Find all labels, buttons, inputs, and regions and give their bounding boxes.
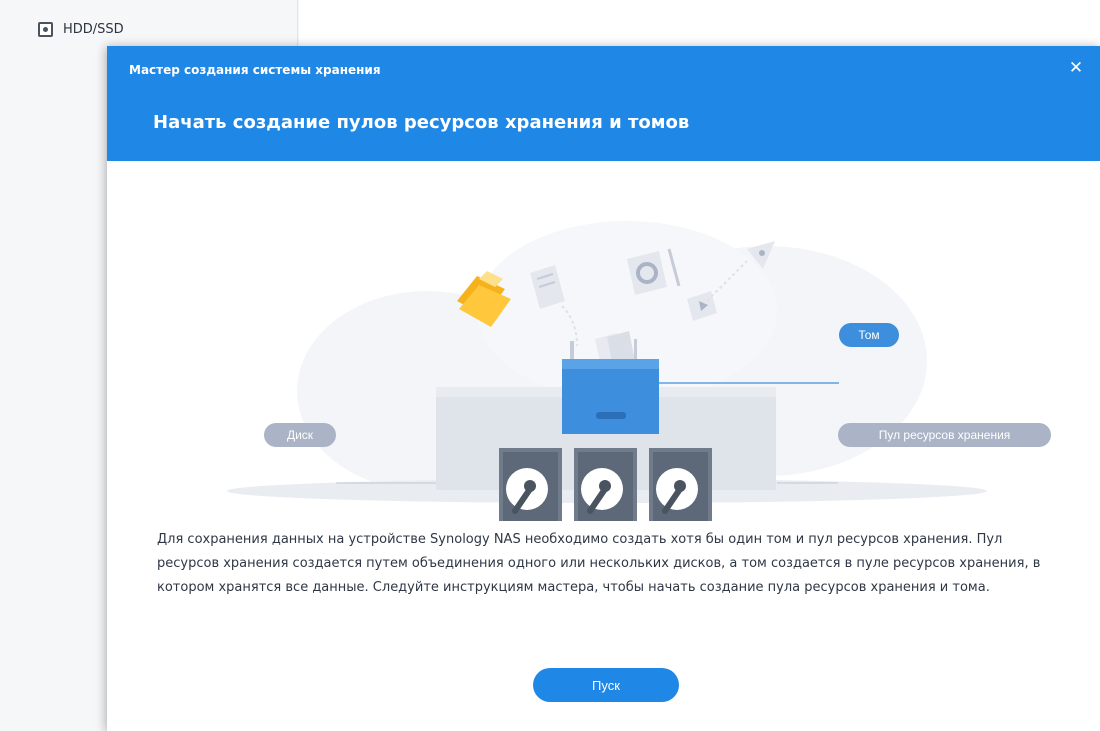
close-icon[interactable]: ✕	[1066, 58, 1086, 78]
disk-graphic	[649, 448, 712, 534]
wizard-description: Для сохранения данных на устройстве Syno…	[157, 532, 1041, 595]
volume-tag: Том	[839, 323, 899, 347]
volume-graphic	[562, 359, 659, 434]
dialog-header: Мастер создания системы хранения ✕ Начат…	[107, 46, 1100, 161]
disk-graphic	[499, 448, 562, 534]
sidebar-item-hdd-ssd[interactable]: HDD/SSD	[38, 18, 124, 40]
dialog-heading: Начать создание пулов ресурсов хранения …	[153, 112, 690, 133]
storage-wizard-dialog: Мастер создания системы хранения ✕ Начат…	[107, 46, 1100, 731]
storage-illustration: Том Диск Пул ресурсов хранения	[107, 161, 1100, 537]
start-button[interactable]: Пуск	[533, 668, 679, 702]
storage-pool-tag: Пул ресурсов хранения	[838, 423, 1051, 447]
illustration-graphic	[227, 221, 987, 537]
page: HDD/SSD Мастер создания системы хранения…	[0, 0, 1100, 731]
disk-graphic	[574, 448, 637, 534]
sidebar-item-label: HDD/SSD	[63, 21, 124, 37]
dialog-title: Мастер создания системы хранения	[129, 63, 381, 77]
hdd-icon	[38, 21, 53, 37]
disk-tag: Диск	[264, 423, 336, 447]
